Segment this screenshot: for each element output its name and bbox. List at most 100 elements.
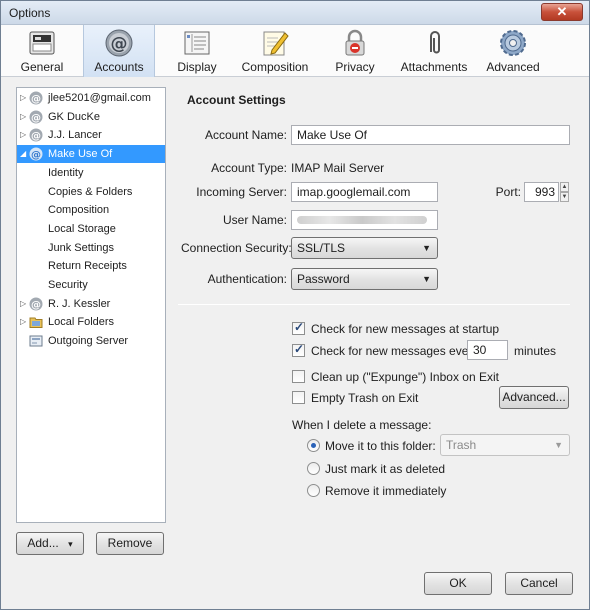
display-icon [184,31,210,55]
authentication-select[interactable]: Password ▼ [291,268,438,290]
tab-general[interactable]: General [8,25,76,77]
connection-security-label: Connection Security: [181,241,292,255]
tree-item-jlee5201[interactable]: ▷ @ jlee5201@gmail.com [17,89,165,107]
port-stepper[interactable]: ▲ ▼ [560,182,569,202]
incoming-server-field[interactable]: imap.googlemail.com [291,182,438,202]
account-name-label: Account Name: [204,128,287,142]
tree-item-label: R. J. Kessler [48,297,111,310]
empty-trash-label[interactable]: Empty Trash on Exit [311,391,418,405]
check-startup-label[interactable]: Check for new messages at startup [311,322,499,336]
tree-item-security[interactable]: Security [17,276,165,294]
tree-item-make-use-of[interactable]: ◢ @ Make Use Of [17,145,165,164]
user-name-field[interactable] [291,210,438,230]
move-to-folder-radio[interactable] [307,439,320,452]
tab-display-label: Display [177,60,217,74]
tree-item-local-storage[interactable]: Local Storage [17,220,165,238]
remove-immediately-radio[interactable] [307,484,320,497]
tree-item-label: Outgoing Server [48,335,129,348]
at-icon: @ [29,128,43,142]
add-account-button[interactable]: Add... ▾ [16,532,84,555]
expand-icon[interactable]: ▷ [20,89,28,107]
close-button[interactable]: ✕ [541,3,583,21]
cleanup-inbox-checkbox[interactable] [292,370,305,383]
at-icon: @ [29,147,43,161]
chevron-down-icon: ▼ [422,243,431,253]
port-label: Port: [495,185,521,199]
expand-icon[interactable]: ▷ [20,295,28,313]
checkmark-icon: ✓ [294,342,305,356]
svg-text:@: @ [31,94,41,105]
tree-item-rj-kessler[interactable]: ▷ @ R. J. Kessler [17,295,165,313]
port-field[interactable]: 993 [524,182,559,202]
cancel-button[interactable]: Cancel [505,572,573,595]
tab-accounts[interactable]: @ Accounts [83,25,155,77]
advanced-icon [500,30,526,56]
account-type-label: Account Type: [211,161,287,175]
cleanup-inbox-label[interactable]: Clean up ("Expunge") Inbox on Exit [311,370,499,384]
move-folder-select[interactable]: Trash ▼ [440,434,570,456]
svg-text:@: @ [31,113,41,124]
check-every-label[interactable]: Check for new messages every [311,344,478,358]
collapse-icon[interactable]: ◢ [20,145,28,163]
move-to-folder-label[interactable]: Move it to this folder: [325,439,436,453]
add-account-label: Add... [27,536,59,550]
general-icon [29,31,55,55]
tab-display[interactable]: Display [161,25,233,77]
empty-trash-checkbox[interactable] [292,391,305,404]
tree-item-identity[interactable]: Identity [17,164,165,182]
tab-advanced[interactable]: Advanced [479,25,547,77]
tree-item-label: Security [48,279,88,291]
account-tree[interactable]: ▷ @ jlee5201@gmail.com ▷ @ GK DucKe ▷ @ … [16,87,166,523]
remove-account-button[interactable]: Remove [96,532,164,555]
stepper-up-icon[interactable]: ▲ [560,182,569,192]
section-title: Account Settings [187,93,286,107]
tab-composition[interactable]: Composition [235,25,315,77]
minutes-label: minutes [514,344,557,358]
remove-immediately-label[interactable]: Remove it immediately [325,484,446,498]
expand-icon[interactable]: ▷ [20,126,28,144]
privacy-icon [345,29,365,56]
delete-message-header: When I delete a message: [292,418,432,432]
check-startup-checkbox[interactable]: ✓ [292,320,305,335]
tab-composition-label: Composition [241,60,309,74]
account-type-value: IMAP Mail Server [291,161,385,175]
tab-attachments[interactable]: Attachments [393,25,475,77]
dropdown-arrow-icon: ▾ [68,539,73,549]
user-name-label: User Name: [222,213,287,227]
tree-item-label: J.J. Lancer [48,129,102,142]
svg-text:@: @ [31,131,41,142]
tree-item-junk-settings[interactable]: Junk Settings [17,239,165,257]
connection-security-select[interactable]: SSL/TLS ▼ [291,237,438,259]
tree-item-copies-folders[interactable]: Copies & Folders [17,183,165,201]
svg-text:@: @ [31,150,41,161]
tab-privacy[interactable]: Privacy [323,25,387,77]
tree-item-label: Return Receipts [48,260,127,273]
options-toolbar: General @ Accounts Display Composition P… [1,25,589,77]
account-name-field[interactable]: Make Use Of [291,125,570,145]
tree-item-label: Make Use Of [48,148,113,161]
check-interval-field[interactable]: 30 [467,340,508,360]
mark-deleted-label[interactable]: Just mark it as deleted [325,462,445,476]
tab-accounts-label: Accounts [94,60,144,74]
composition-icon [263,31,289,56]
authentication-value: Password [297,272,350,286]
options-window: Options ✕ General @ Accounts Display Com… [0,0,590,610]
tree-item-label: GK DucKe [48,110,100,123]
tree-item-composition[interactable]: Composition [17,201,165,219]
advanced-button[interactable]: Advanced... [499,386,569,409]
tree-item-outgoing-server[interactable]: Outgoing Server [17,332,165,350]
tab-advanced-label: Advanced [486,60,540,74]
tab-attachments-label: Attachments [400,60,468,74]
expand-icon[interactable]: ▷ [20,108,28,126]
tree-item-gk-ducke[interactable]: ▷ @ GK DucKe [17,108,165,126]
ok-button[interactable]: OK [424,572,492,595]
tree-item-jj-lancer[interactable]: ▷ @ J.J. Lancer [17,126,165,144]
expand-icon[interactable]: ▷ [20,313,28,331]
check-every-checkbox[interactable]: ✓ [292,342,305,357]
tree-item-return-receipts[interactable]: Return Receipts [17,257,165,275]
chevron-down-icon: ▼ [422,274,431,284]
tree-item-local-folders[interactable]: ▷ Local Folders [17,313,165,331]
stepper-down-icon[interactable]: ▼ [560,192,569,202]
mark-deleted-radio[interactable] [307,462,320,475]
at-icon: @ [29,297,43,311]
